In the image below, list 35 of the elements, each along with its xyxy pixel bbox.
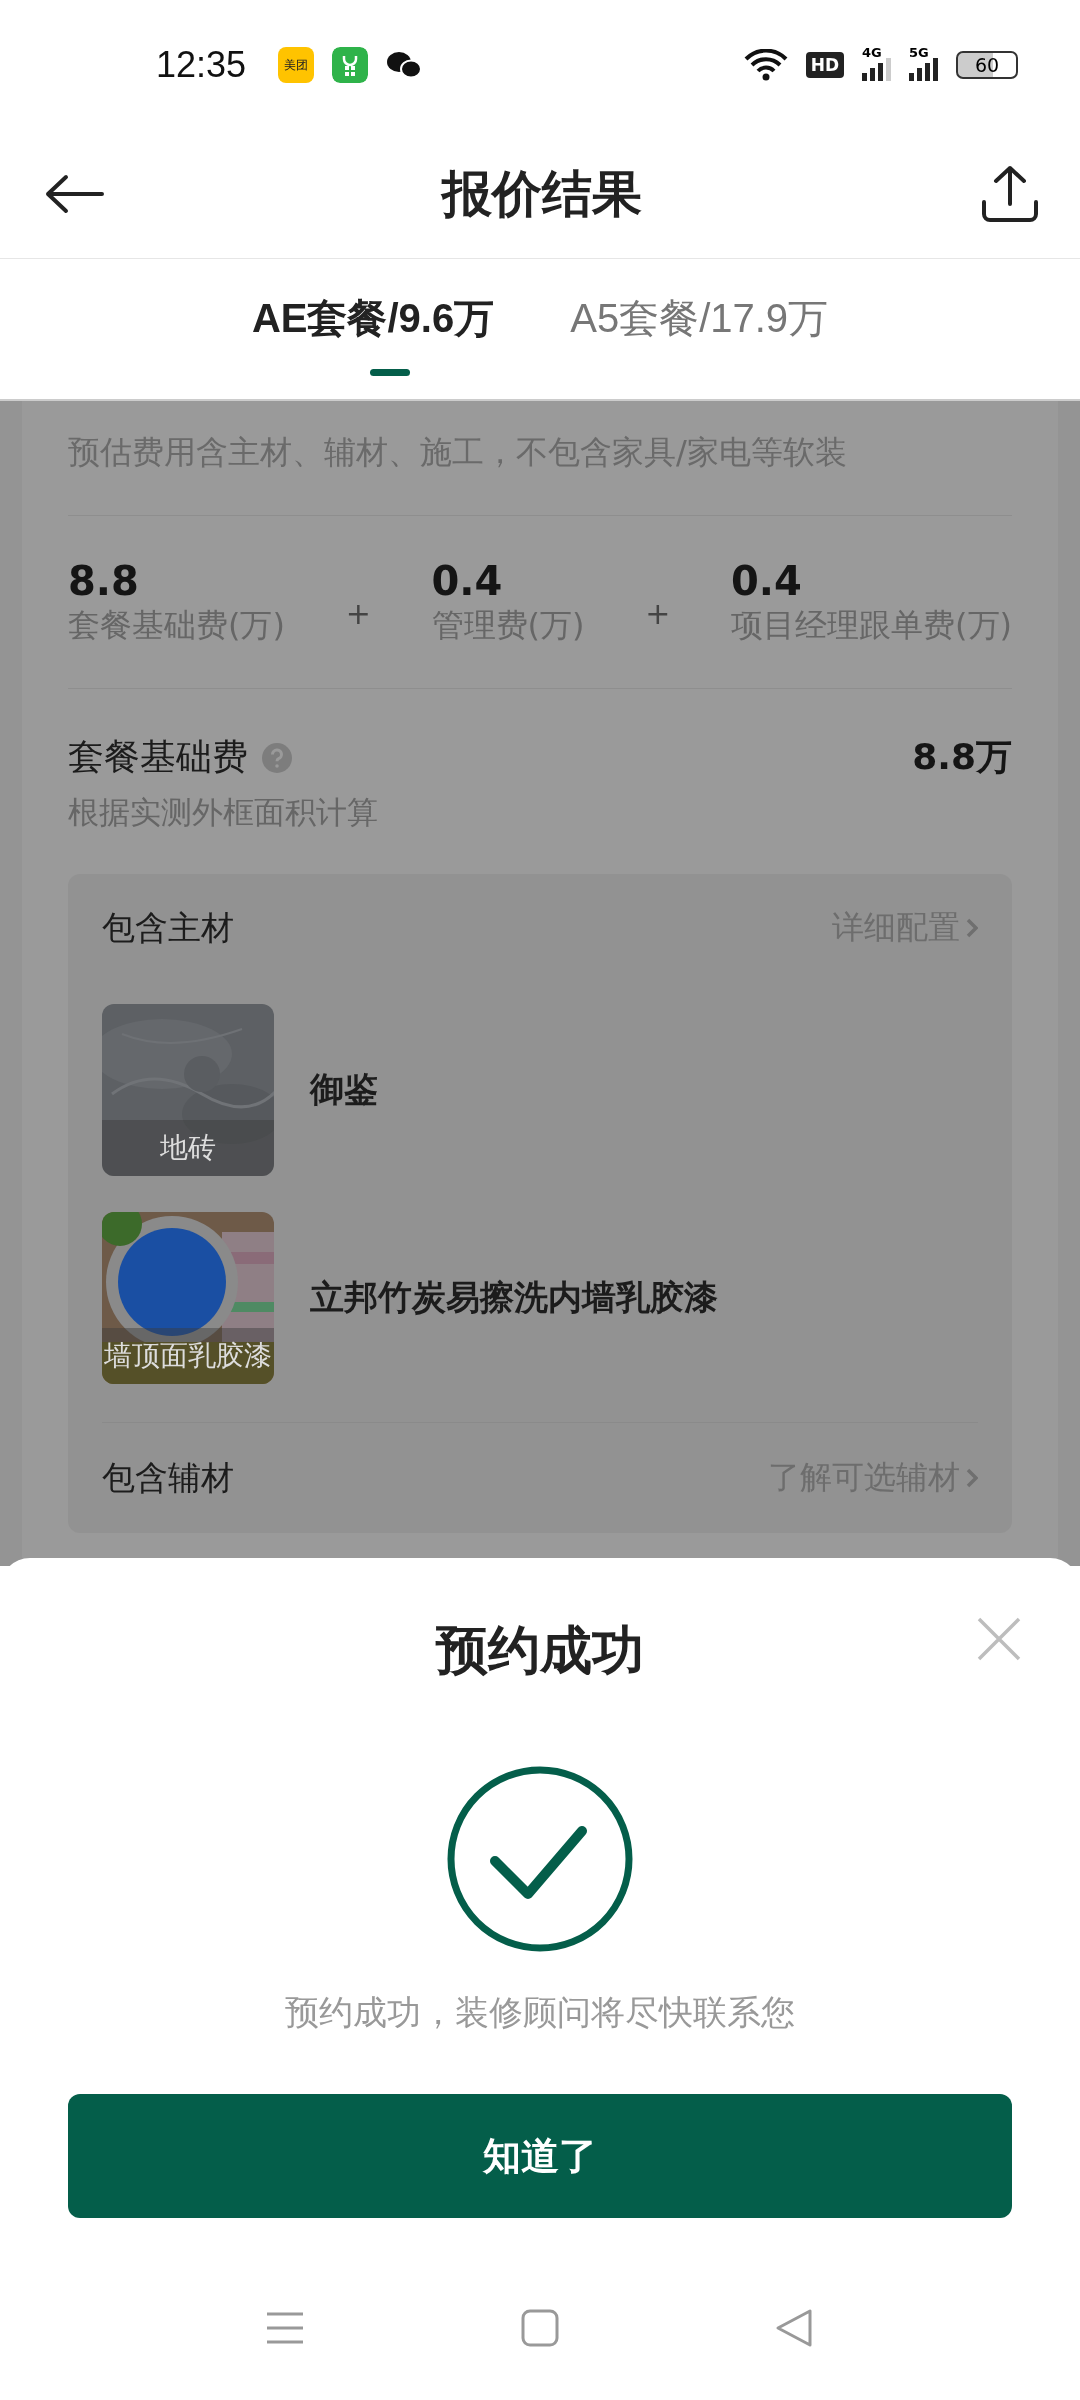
base-fee-title: 套餐基础费 xyxy=(68,735,248,779)
hd-badge: HD xyxy=(805,52,844,78)
chevron-icon xyxy=(966,1468,978,1488)
success-check-icon xyxy=(445,1764,635,1954)
share-icon[interactable] xyxy=(980,164,1040,224)
plus-sign: + xyxy=(345,595,371,631)
category-label: 墙顶面乳胶漆 xyxy=(102,1328,274,1384)
base-fee-value: 8.8万 xyxy=(912,735,1012,779)
category-label: 地砖 xyxy=(102,1120,274,1176)
sheet-title: 预约成功 xyxy=(436,1619,644,1682)
fee-value: 8.8 xyxy=(68,558,140,604)
fee-value: 0.4 xyxy=(731,558,803,604)
fee-value: 0.4 xyxy=(431,558,504,604)
section-title: 包含主材 xyxy=(102,906,234,949)
page-title: 报价结果 xyxy=(442,163,642,225)
wifi-icon xyxy=(743,49,788,81)
back-arrow-icon[interactable] xyxy=(44,174,104,214)
package-tab[interactable]: AE套餐/9.6万 xyxy=(251,291,495,386)
chevron-icon xyxy=(966,918,978,938)
close-icon[interactable] xyxy=(976,1616,1022,1662)
home-square-icon[interactable] xyxy=(520,2308,560,2348)
success-message: 预约成功，装修顾问将尽快联系您 xyxy=(285,1991,795,2034)
status-time: 12:35 xyxy=(156,44,247,86)
app-badge: 美团 xyxy=(278,47,315,83)
plus-sign: + xyxy=(645,595,671,631)
help-icon[interactable] xyxy=(262,742,292,773)
chat-bubbles-icon xyxy=(386,50,423,80)
confirm-button[interactable]: 知道了 xyxy=(68,2094,1012,2218)
package-tab[interactable]: A5套餐/17.9万 xyxy=(570,291,829,386)
back-triangle-icon[interactable] xyxy=(775,2308,815,2348)
shopping-bag-icon xyxy=(332,47,369,83)
material-name: 御鉴 xyxy=(310,1068,378,1111)
section-title: 包含辅材 xyxy=(102,1456,234,1499)
material-name: 立邦竹炭易擦洗内墙乳胶漆 xyxy=(310,1276,718,1319)
battery-icon: 60 xyxy=(956,51,1018,79)
